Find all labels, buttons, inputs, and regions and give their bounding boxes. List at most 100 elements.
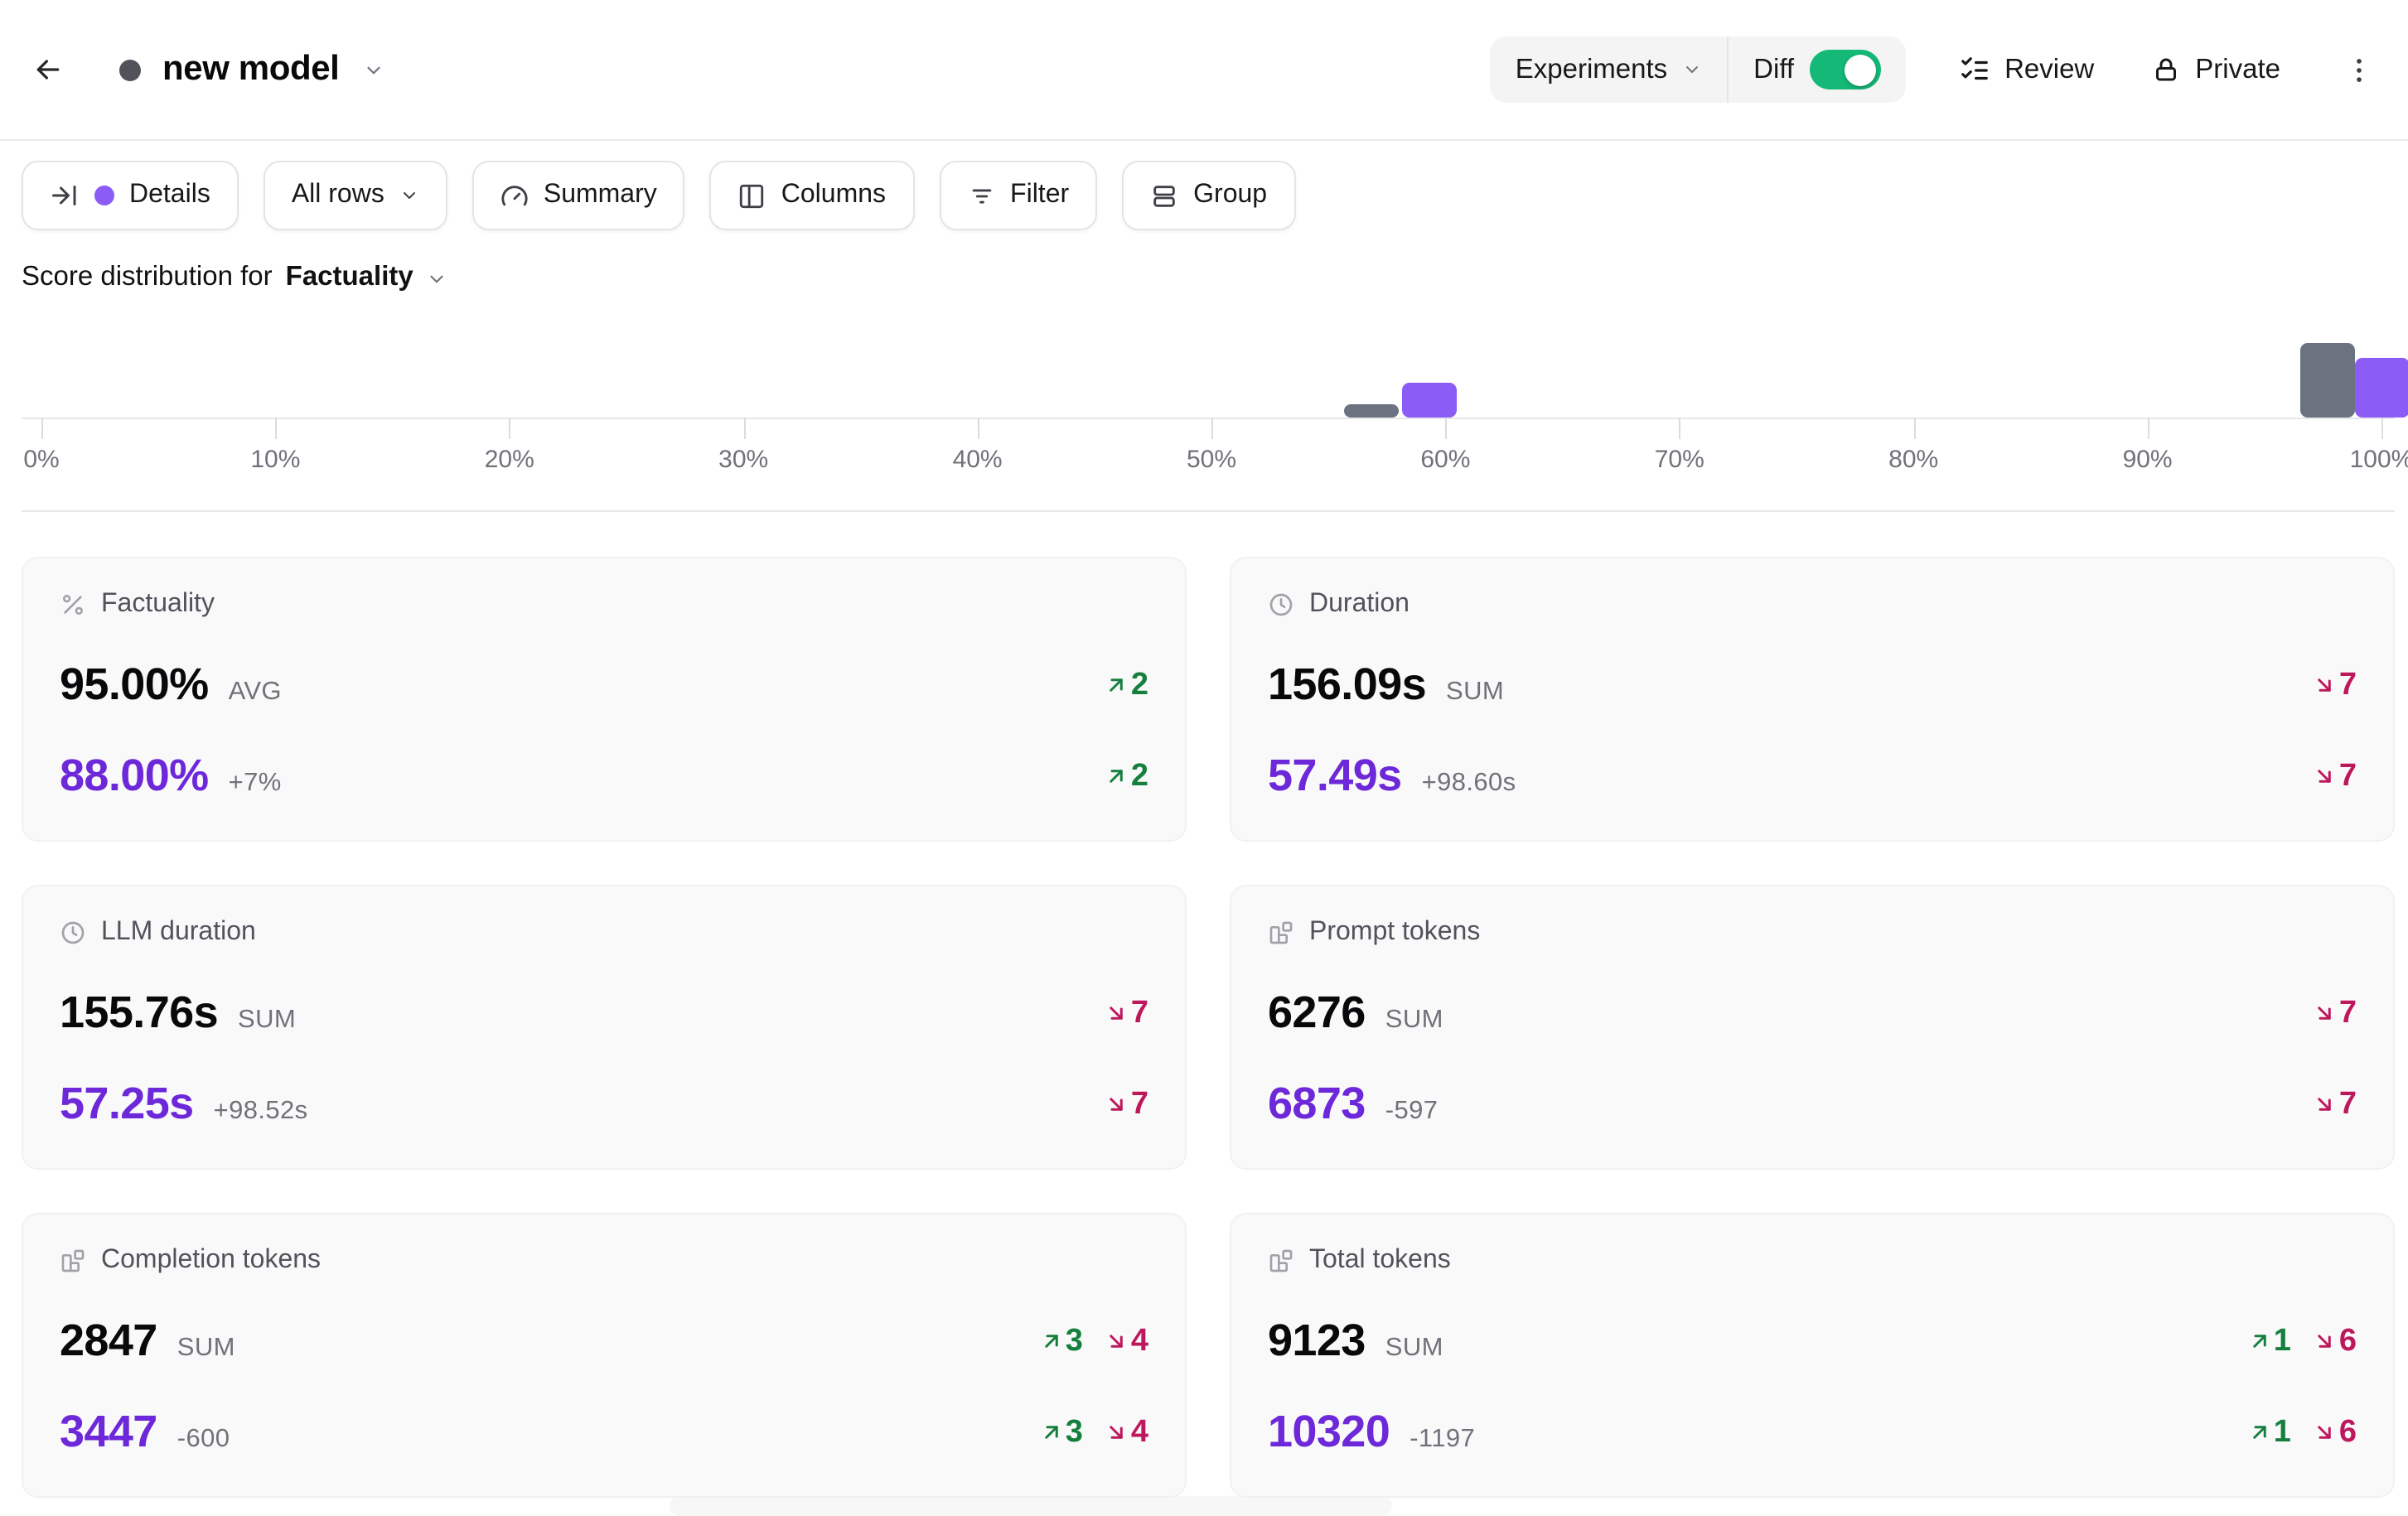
columns-button[interactable]: Columns: [710, 161, 914, 230]
chevron-down-icon: [399, 186, 419, 205]
badge-count: 7: [1131, 995, 1148, 1031]
review-button[interactable]: Review: [1955, 47, 2097, 92]
improvements-badge: 3: [1039, 1323, 1083, 1359]
badge-count: 7: [2339, 667, 2357, 703]
arrow-up-right-icon: [1105, 764, 1129, 789]
filter-label: Filter: [1010, 181, 1069, 210]
axis-tick-label: 50%: [1187, 446, 1236, 474]
regressions-badge: 4: [1105, 1323, 1148, 1359]
metric-comparison-badges: 7: [2313, 758, 2357, 794]
blocks-icon: [60, 1248, 86, 1274]
metric-primary-value: 156.09s: [1268, 659, 1426, 711]
metric-aggregation-label: SUM: [177, 1334, 235, 1364]
axis-tick: [2148, 418, 2149, 439]
group-label: Group: [1193, 181, 1267, 210]
metric-title: LLM duration: [101, 918, 256, 948]
regressions-badge: 7: [2313, 995, 2357, 1031]
metric-comparison-value: 57.49s: [1268, 751, 1402, 802]
gauge-icon: [500, 181, 529, 210]
improvements-badge: 3: [1039, 1414, 1083, 1451]
clock-icon: [1268, 591, 1294, 618]
arrow-up-right-icon: [2247, 1329, 2272, 1354]
arrow-up-right-icon: [2247, 1420, 2272, 1445]
more-menu-button[interactable]: [2333, 44, 2385, 95]
details-button[interactable]: Details: [22, 161, 239, 230]
lock-icon: [2150, 55, 2180, 84]
score-distribution-selector[interactable]: Score distribution for Factuality: [0, 250, 470, 293]
arrow-left-icon: [31, 53, 65, 86]
axis-tick-label: 70%: [1655, 446, 1704, 474]
chevron-down-icon: [362, 59, 384, 80]
axis-tick-label: 100%: [2350, 446, 2408, 474]
arrow-down-right-icon: [2313, 1329, 2338, 1354]
experiments-label: Experiments: [1516, 54, 1667, 85]
axis-tick-label: 0%: [23, 446, 59, 474]
experiments-dropdown[interactable]: Experiments: [1491, 36, 1727, 103]
regressions-badge: 4: [1105, 1414, 1148, 1451]
metric-delta-label: -1197: [1410, 1425, 1475, 1455]
badge-count: 1: [2274, 1414, 2291, 1451]
badge-count: 3: [1066, 1414, 1083, 1451]
all-rows-label: All rows: [292, 181, 384, 210]
arrow-down-right-icon: [1105, 1092, 1129, 1117]
metric-primary-badges: 2: [1105, 667, 1148, 703]
back-button[interactable]: [22, 43, 75, 96]
all-rows-dropdown[interactable]: All rows: [264, 161, 447, 230]
metric-primary-value: 2847: [60, 1316, 157, 1367]
filter-button[interactable]: Filter: [939, 161, 1097, 230]
score-color-dot: [94, 186, 114, 205]
metric-card[interactable]: Total tokens 9123 SUM 16 10320 -1197 16: [1230, 1213, 2395, 1498]
metric-comparison-badges: 2: [1105, 758, 1148, 794]
score-distribution-prefix: Score distribution for: [22, 262, 273, 293]
metric-comparison-value: 10320: [1268, 1407, 1390, 1458]
metric-cards-grid: Factuality 95.00% AVG 2 88.00% +7% 2 Dur…: [0, 512, 2408, 1498]
metric-primary-row: 2847 SUM 3 4: [60, 1316, 1148, 1367]
histogram-bar[interactable]: [1402, 383, 1457, 418]
axis-tick-label: 20%: [485, 446, 534, 474]
diff-toggle[interactable]: [1809, 50, 1880, 89]
metric-card[interactable]: Factuality 95.00% AVG 2 88.00% +7% 2: [22, 557, 1187, 842]
histogram-bar[interactable]: [2300, 343, 2355, 418]
private-button[interactable]: Private: [2147, 47, 2284, 92]
metric-aggregation-label: SUM: [238, 1006, 296, 1036]
chevron-down-icon: [1682, 60, 1702, 80]
metric-primary-badges: 7: [2313, 667, 2357, 703]
review-label: Review: [2004, 54, 2094, 85]
arrow-up-right-icon: [1039, 1420, 1064, 1445]
badge-count: 2: [1131, 758, 1148, 794]
axis-tick: [1211, 418, 1213, 439]
diff-segment: Diff: [1729, 36, 1905, 103]
axis-tick: [1680, 418, 1681, 439]
metric-primary-badges: 16: [2247, 1323, 2357, 1359]
metric-comparison-badges: 16: [2247, 1414, 2357, 1451]
metric-card[interactable]: Prompt tokens 6276 SUM 7 6873 -597 7: [1230, 885, 2395, 1170]
axis-tick-label: 90%: [2123, 446, 2173, 474]
group-button[interactable]: Group: [1122, 161, 1295, 230]
metric-title: Completion tokens: [101, 1246, 321, 1276]
metric-primary-row: 6276 SUM 7: [1268, 987, 2357, 1039]
badge-count: 7: [2339, 995, 2357, 1031]
metric-primary-value: 155.76s: [60, 987, 218, 1039]
axis-tick: [41, 418, 43, 439]
axis-ticks: 0%10%20%30%40%50%60%70%80%90%100%: [41, 418, 2381, 479]
metric-card[interactable]: Completion tokens 2847 SUM 34 3447 -600 …: [22, 1213, 1187, 1498]
histogram-bar[interactable]: [1343, 404, 1398, 418]
metric-comparison-badges: 34: [1039, 1414, 1148, 1451]
histogram-bar[interactable]: [2354, 358, 2408, 418]
toolbar: Details All rows Summary Columns Filter: [0, 141, 2408, 250]
metric-card[interactable]: Duration 156.09s SUM 7 57.49s +98.60s 7: [1230, 557, 2395, 842]
toggle-knob: [1845, 54, 1876, 85]
metric-comparison-badges: 7: [1105, 1086, 1148, 1123]
improvements-badge: 1: [2247, 1414, 2291, 1451]
metric-title: Prompt tokens: [1309, 918, 1480, 948]
metric-comparison-row: 88.00% +7% 2: [60, 751, 1148, 802]
badge-count: 4: [1131, 1323, 1148, 1359]
summary-button[interactable]: Summary: [472, 161, 685, 230]
metric-aggregation-label: SUM: [1385, 1006, 1443, 1036]
metric-comparison-value: 88.00%: [60, 751, 209, 802]
experiment-switcher-button[interactable]: [352, 49, 394, 90]
badge-count: 6: [2339, 1414, 2357, 1451]
metric-card[interactable]: LLM duration 155.76s SUM 7 57.25s +98.52…: [22, 885, 1187, 1170]
experiment-title: new model: [162, 50, 339, 89]
metric-aggregation-label: SUM: [1446, 678, 1504, 707]
